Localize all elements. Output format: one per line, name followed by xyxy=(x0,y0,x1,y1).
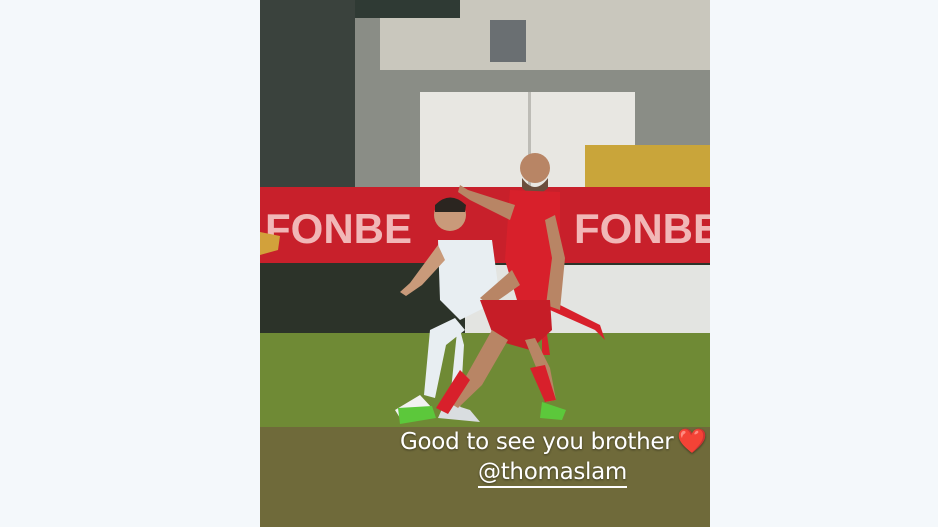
story-image: FONBE FONBE Good to see you brother ❤️ @… xyxy=(260,0,710,527)
banner-text-left: FONBE xyxy=(265,205,412,252)
story-caption: Good to see you brother ❤️ @thomaslam xyxy=(400,426,707,488)
mention-link[interactable]: @thomaslam xyxy=(478,458,627,488)
caption-text: Good to see you brother xyxy=(400,429,674,455)
caption-line: Good to see you brother ❤️ xyxy=(400,426,707,457)
banner-text-right: FONBE xyxy=(574,205,710,252)
heart-emoji-icon: ❤️ xyxy=(677,427,707,455)
